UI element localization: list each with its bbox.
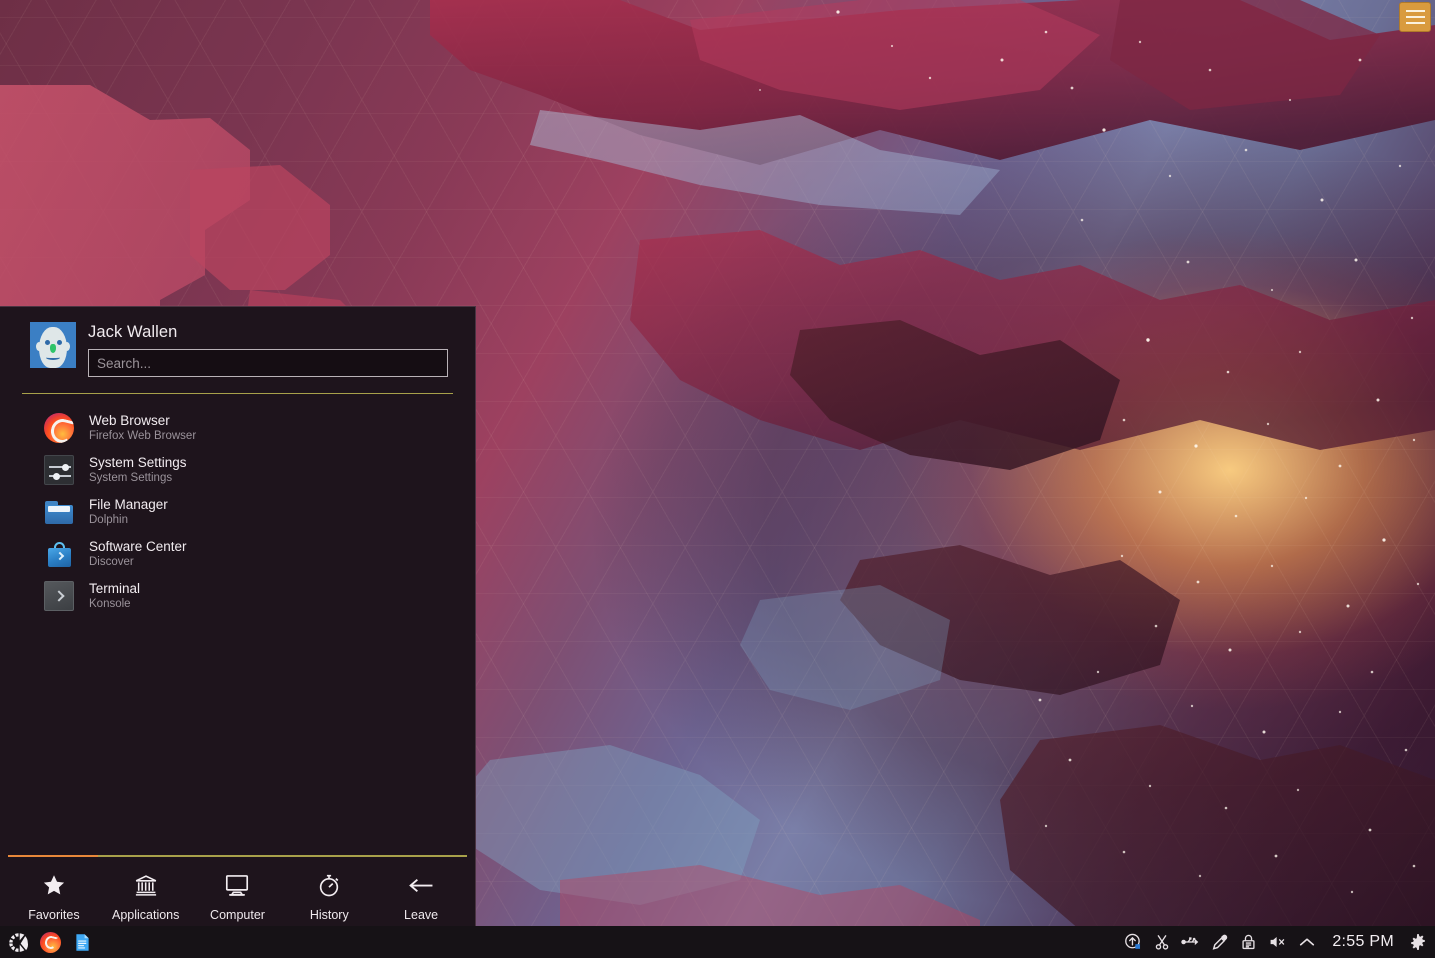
toolbox-bar <box>1405 10 1425 12</box>
active-tab-indicator <box>8 855 98 857</box>
tab-applications[interactable]: Applications <box>100 871 192 922</box>
favorite-text: Web Browser Firefox Web Browser <box>89 412 196 444</box>
favorite-subtitle: Firefox Web Browser <box>89 430 197 442</box>
tab-history[interactable]: History <box>283 871 375 922</box>
tab-label: Computer <box>210 908 265 922</box>
konsole-icon <box>44 581 74 611</box>
expand-tray-icon[interactable] <box>1297 933 1316 952</box>
kde-launcher-icon[interactable] <box>4 928 32 956</box>
favorite-text: Terminal Konsole <box>89 580 140 612</box>
favorite-title: System Settings <box>89 455 187 470</box>
kickoff-tabs: Favorites Applications Computer History … <box>0 857 475 922</box>
favorite-item-system-settings[interactable]: System Settings System Settings <box>0 449 475 491</box>
favorite-subtitle: Discover <box>89 556 134 568</box>
discover-icon <box>44 539 74 569</box>
favorite-subtitle: Dolphin <box>89 514 128 526</box>
tab-label: Leave <box>404 908 439 922</box>
tab-leave[interactable]: Leave <box>375 871 467 922</box>
favorite-item-file-manager[interactable]: File Manager Dolphin <box>0 491 475 533</box>
arrow-left-icon <box>406 871 436 899</box>
system-tray: 2:55 PM <box>1123 933 1429 952</box>
favorite-text: Software Center Discover <box>89 538 187 570</box>
favorite-item-web-browser[interactable]: Web Browser Firefox Web Browser <box>0 407 475 449</box>
application-launcher-menu: Jack Wallen Web Browser Firefox Web Brow… <box>0 306 476 926</box>
favorite-title: Terminal <box>89 581 141 596</box>
firefox-task-icon[interactable] <box>36 928 64 956</box>
favorite-subtitle: Konsole <box>89 598 131 610</box>
favorite-title: Software Center <box>89 539 187 554</box>
desktop-toolbox-button[interactable] <box>1399 2 1431 32</box>
tab-favorites[interactable]: Favorites <box>8 871 100 922</box>
text-editor-task-icon[interactable] <box>68 928 96 956</box>
user-avatar[interactable] <box>30 322 76 368</box>
kickoff-tabbar: Favorites Applications Computer History … <box>0 855 475 926</box>
user-name-label: Jack Wallen <box>88 323 178 341</box>
clock-label[interactable]: 2:55 PM <box>1326 933 1398 951</box>
taskbar-launchers <box>4 928 96 956</box>
favorite-text: System Settings System Settings <box>89 454 187 486</box>
clipboard-icon[interactable] <box>1152 933 1171 952</box>
stopwatch-icon <box>314 871 344 899</box>
kickoff-header: Jack Wallen <box>0 307 475 377</box>
tab-label: History <box>309 908 349 922</box>
tab-computer[interactable]: Computer <box>192 871 284 922</box>
toolbox-bar <box>1405 16 1425 18</box>
favorite-item-software-center[interactable]: Software Center Discover <box>0 533 475 575</box>
tab-label: Applications <box>111 908 180 922</box>
kickoff-header-right: Jack Wallen <box>88 322 453 377</box>
monitor-icon <box>222 871 252 899</box>
toolbox-bar <box>1405 22 1425 24</box>
keys-icon[interactable] <box>1239 933 1258 952</box>
avatar-nose <box>50 344 56 353</box>
settings-slider-knob <box>53 472 60 480</box>
favorite-title: File Manager <box>89 497 168 512</box>
search-input[interactable] <box>88 349 448 377</box>
bank-icon <box>131 871 161 899</box>
avatar-eye-right <box>57 340 62 345</box>
favorite-item-terminal[interactable]: Terminal Konsole <box>0 575 475 617</box>
gear-icon[interactable] <box>1408 933 1427 952</box>
settings-slider-knob <box>62 463 69 471</box>
folder-icon <box>44 497 74 527</box>
favorite-text: File Manager Dolphin <box>89 496 168 528</box>
taskbar-panel: 2:55 PM <box>0 926 1435 958</box>
avatar-mouth <box>46 355 60 360</box>
settings-icon <box>44 455 74 485</box>
avatar-eye-left <box>45 340 50 345</box>
firefox-icon <box>44 413 74 443</box>
volume-muted-icon[interactable] <box>1268 933 1287 952</box>
favorites-list: Web Browser Firefox Web Browser System S… <box>0 394 475 855</box>
usb-icon[interactable] <box>1181 933 1200 952</box>
terminal-prompt-chevron <box>53 590 65 602</box>
desktop-screen: Jack Wallen Web Browser Firefox Web Brow… <box>0 0 1435 958</box>
folder-sheet <box>48 506 70 512</box>
favorite-title: Web Browser <box>89 413 170 428</box>
colorpicker-icon[interactable] <box>1210 933 1229 952</box>
tabbar-rule <box>8 855 467 857</box>
star-icon <box>39 871 69 899</box>
updates-icon[interactable] <box>1123 933 1142 952</box>
tab-label: Favorites <box>28 908 80 922</box>
favorite-subtitle: System Settings <box>89 472 173 484</box>
